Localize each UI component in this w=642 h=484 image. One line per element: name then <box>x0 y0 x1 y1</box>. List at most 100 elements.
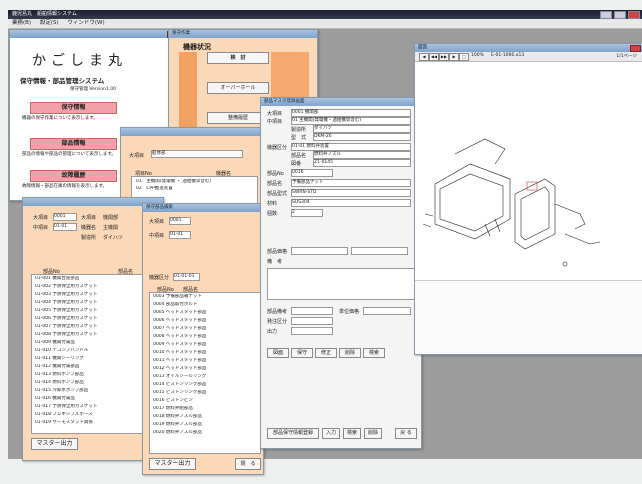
table-row[interactable]: 0006 ヘッドスタッド部品 <box>153 318 260 324</box>
back-button[interactable]: 戻 る <box>395 428 417 439</box>
table-row[interactable]: 0016 ピストンピン <box>153 398 260 404</box>
list-item[interactable]: 01 主機関(発電機 ・ 過給機等含む) <box>136 179 257 185</box>
maintain-button[interactable]: 保守 <box>291 348 313 358</box>
zoom-level: 100% <box>471 53 484 58</box>
prev-page-button[interactable]: ◀◀ <box>429 53 439 61</box>
field-value[interactable]: 燃料弁ノズル <box>313 151 411 159</box>
review-button[interactable]: 検 討 <box>207 52 269 64</box>
field-label: 機器区分 <box>267 145 288 151</box>
table-row[interactable]: 0015 ピストンリング部品 <box>153 390 260 396</box>
main-menubar: 業務(B) 設定(S) ウィンドウ(W) <box>8 19 642 29</box>
parts-desc: 部品の情報や部品の管理について表示します。 <box>22 152 116 157</box>
class-b-field[interactable]: 01-01 <box>169 231 191 239</box>
last-page-button[interactable]: ▶ <box>449 53 459 61</box>
field-value[interactable]: 01 主機関(発電機・過給機等含む) <box>291 117 411 125</box>
first-page-button[interactable]: ◀ <box>419 53 429 61</box>
close-button[interactable] <box>630 45 641 52</box>
master-output-button[interactable]: マスター出力 <box>149 458 196 470</box>
field-label: 中項目 <box>267 119 283 125</box>
footer-button-row: 部品保守情報登録 入力 検索 削除 戻 る <box>267 428 417 439</box>
next-page-button[interactable]: ▶▶ <box>439 53 449 61</box>
table-row[interactable]: 0019 燃料弁ノズル部品 <box>153 422 260 428</box>
master-output-button[interactable]: マスター出力 <box>31 438 78 450</box>
bottom-field[interactable] <box>291 327 333 335</box>
class-label-1: 大項目 <box>33 215 49 221</box>
class-label: 大項目 <box>129 153 145 159</box>
maintenance-button[interactable]: 保守情報 <box>30 102 117 114</box>
field-value[interactable]: SUS304 <box>291 199 411 207</box>
mid-class-label: 中項目 <box>33 225 49 231</box>
table-row[interactable]: 0010 ヘッドスタッド部品 <box>153 350 260 356</box>
overhaul-button[interactable]: オーバーホール <box>207 82 269 94</box>
drawing-viewer-titlebar: 図面 <box>415 44 642 52</box>
field-value[interactable]: Z1-0145 <box>313 159 411 167</box>
field-value[interactable]: 0016 <box>291 169 333 177</box>
price-select[interactable] <box>291 247 348 255</box>
viewer-status-strip <box>415 280 642 353</box>
table-row[interactable]: 0005 ヘッドスタッド部品 <box>153 310 260 316</box>
class-b-label: 中項目 <box>149 233 165 239</box>
bottom-field[interactable] <box>363 307 411 315</box>
maintenance-titlebar: 保守作業 <box>169 30 317 38</box>
list-item[interactable]: 02 CPP推進装置 <box>136 186 257 192</box>
field-value[interactable]: 0001 機関部 <box>291 109 411 117</box>
table-row[interactable]: 0011 ヘッドスタッド部品 <box>153 358 260 364</box>
page-info: 1/1ページ <box>616 54 637 59</box>
close-window-button[interactable]: 閉 る <box>235 458 261 470</box>
parts-search-titlebar: 保守部品検索 <box>143 204 263 212</box>
table-row[interactable]: 0009 ヘッドスタッド部品 <box>153 342 260 348</box>
class-select[interactable]: 船体部 <box>151 150 243 158</box>
bottom-field[interactable] <box>291 307 333 315</box>
bottom-label: 発注区分 <box>267 319 288 325</box>
class-a-field[interactable]: 0001 <box>169 217 191 225</box>
main-window-title: 鹿児島丸 船舶情報システム <box>12 11 77 17</box>
main-window-titlebar: 鹿児島丸 船舶情報システム <box>8 10 642 19</box>
menu-window[interactable]: ウィンドウ(W) <box>67 20 104 26</box>
equip-name-label: 機器名 <box>81 225 97 231</box>
table-row[interactable]: 0017 燃料弁組部品 <box>153 406 260 412</box>
parts-button[interactable]: 部品情報 <box>30 138 117 150</box>
table-row[interactable]: 0018 燃料弁ノズル部品 <box>153 414 260 420</box>
maximize-button[interactable] <box>614 11 626 19</box>
minimize-button[interactable] <box>600 11 612 19</box>
field-value[interactable]: 2 <box>291 209 323 217</box>
parts-search-window: 保守部品検索 大項目 0001 中項目 01-01 機器区分 01-01-01 … <box>142 203 264 475</box>
mid-class-field[interactable]: 01-01 <box>53 223 77 231</box>
search-button[interactable]: 検索 <box>343 428 361 439</box>
table-row[interactable]: 0014 ピストンリング部品 <box>153 382 260 388</box>
field-value[interactable]: DKM-26 <box>313 133 411 141</box>
search-button[interactable]: 検索 <box>363 348 385 358</box>
fit-button[interactable]: □ <box>459 53 469 61</box>
drawing-button[interactable]: 図面 <box>267 348 289 358</box>
field-value[interactable]: ダイハツ <box>313 125 411 133</box>
field-value[interactable]: SWRN-STD <box>291 189 411 197</box>
register-maintenance-button[interactable]: 部品保守情報登録 <box>267 428 319 439</box>
table-row[interactable]: 0007 ヘッドスタッド部品 <box>153 326 260 332</box>
table-row[interactable]: 0012 ヘッドスタッド部品 <box>153 366 260 372</box>
delete-button[interactable]: 削除 <box>339 348 361 358</box>
menu-settings[interactable]: 設定(S) <box>40 20 59 26</box>
delete-button[interactable]: 削除 <box>364 428 382 439</box>
field-value[interactable]: 予備部品ナット <box>291 179 411 187</box>
bottom-field[interactable] <box>291 317 333 325</box>
field-value[interactable]: 01-01 燃料弁装置 <box>291 143 411 151</box>
table-row[interactable]: 0003 予備部品箱ナット <box>153 294 260 300</box>
class-c-field[interactable]: 01-01-01 <box>173 273 200 281</box>
table-row[interactable]: 0004 部品取付ボルト <box>153 302 260 308</box>
parts-master-titlebar: 部品マスタ登録画面 <box>261 98 421 106</box>
history-button[interactable]: 故障履歴 <box>30 170 117 182</box>
edit-button[interactable]: 修正 <box>315 348 337 358</box>
input-button[interactable]: 入力 <box>322 428 340 439</box>
close-button[interactable] <box>628 11 640 19</box>
class-name: 機関部 <box>103 215 119 221</box>
table-row[interactable]: 0008 ヘッドスタッド部品 <box>153 334 260 340</box>
notes-textarea[interactable] <box>267 268 415 300</box>
table-row[interactable]: 0013 オイルシールリング <box>153 374 260 380</box>
class-code-field[interactable]: 0001 <box>53 213 77 221</box>
menu-business[interactable]: 業務(B) <box>12 20 31 26</box>
table-row[interactable]: 0020 燃料弁ノズル部品 <box>153 430 260 436</box>
price-select-2[interactable] <box>351 247 408 255</box>
action-button-row: 図面 保守 修正 削除 検索 <box>267 348 385 358</box>
bottom-label: 部品備考 <box>267 309 288 315</box>
main-menu-titlebar <box>10 30 180 38</box>
